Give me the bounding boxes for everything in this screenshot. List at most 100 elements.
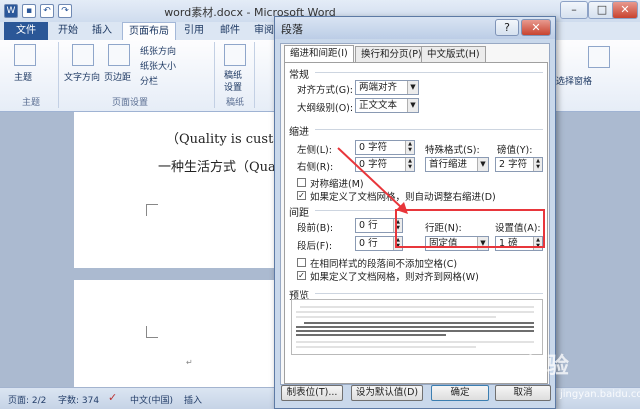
page[interactable]: （Quality is custome 一种生活方式（Qua	[74, 112, 301, 268]
insert-mode[interactable]: 插入	[184, 393, 202, 406]
margin-corner-mark	[146, 326, 158, 338]
orientation-button[interactable]: 纸张方向	[140, 44, 176, 57]
window-close-button[interactable]: ✕	[612, 1, 638, 19]
preview-line	[296, 330, 534, 332]
baidu-watermark: Bai 经验	[478, 354, 569, 379]
preview-line	[296, 326, 534, 328]
selection-pane-icon[interactable]	[588, 46, 610, 68]
page[interactable]: ↵	[74, 280, 284, 387]
auto-adjust-indent-checkbox[interactable]: ✓	[297, 191, 306, 200]
text-direction-icon[interactable]	[72, 44, 94, 66]
columns-button[interactable]: 分栏	[140, 74, 158, 87]
preview-line	[296, 346, 476, 348]
indent-left-label: 左侧(L):	[297, 145, 332, 156]
draft-paper-icon[interactable]	[224, 44, 246, 66]
document-line: 一种生活方式（Qua	[158, 160, 276, 175]
size-button[interactable]: 纸张大小	[140, 59, 176, 72]
snap-to-grid-label[interactable]: 如果定义了文档网格，则对齐到网格(W)	[310, 269, 479, 283]
indent-right-spinner[interactable]: 0 字符 ▲ ▼	[355, 157, 415, 172]
save-icon[interactable]: ▪	[22, 4, 36, 18]
dropdown-arrow-icon[interactable]: ▼	[477, 158, 488, 171]
section-general: 常规	[289, 70, 309, 81]
preview-line	[296, 341, 534, 343]
no-space-same-style-checkbox[interactable]	[297, 258, 306, 267]
tab-home[interactable]: 开始	[52, 22, 84, 40]
preview-line	[296, 311, 534, 313]
divider	[315, 293, 543, 294]
ok-button[interactable]: 确定	[431, 385, 489, 401]
margins-icon[interactable]	[108, 44, 130, 66]
outline-level-select[interactable]: 正文文本 ▼	[355, 98, 419, 113]
tab-references[interactable]: 引用	[178, 22, 210, 40]
cancel-button[interactable]: 取消	[495, 385, 551, 401]
spinner-arrows-icon[interactable]: ▲ ▼	[405, 141, 414, 154]
selection-pane-label[interactable]: 选择窗格	[556, 74, 592, 87]
redo-icon[interactable]: ↷	[58, 4, 72, 18]
indent-right-value: 0 字符	[359, 159, 388, 170]
spinner-arrows-icon[interactable]: ▲ ▼	[405, 158, 414, 171]
section-indentation: 缩进	[289, 127, 309, 138]
alignment-label: 对齐方式(G):	[297, 85, 353, 96]
space-before-value: 0 行	[359, 220, 378, 231]
text-direction-label[interactable]: 文字方向	[64, 70, 100, 83]
spinner-arrows-icon[interactable]: ▲ ▼	[533, 158, 542, 171]
divider	[58, 42, 59, 108]
margin-corner-mark	[146, 204, 158, 216]
alignment-select[interactable]: 两端对齐 ▼	[355, 80, 419, 95]
divider	[214, 42, 215, 108]
tab-asian-typography[interactable]: 中文版式(H)	[421, 46, 486, 62]
special-indent-select[interactable]: 首行缩进 ▼	[425, 157, 489, 172]
auto-adjust-indent-label[interactable]: 如果定义了文档网格，则自动调整右缩进(D)	[310, 189, 496, 203]
no-space-same-style-label[interactable]: 在相同样式的段落间不添加空格(C)	[310, 256, 457, 270]
special-indent-label: 特殊格式(S):	[425, 145, 480, 156]
alignment-value: 两端对齐	[359, 82, 398, 93]
preview-line	[304, 322, 534, 324]
highlight-box	[395, 209, 545, 248]
tab-indents-spacing[interactable]: 缩进和间距(I)	[284, 45, 354, 63]
proofing-icon[interactable]: ✓	[108, 391, 117, 404]
page-count[interactable]: 页面: 2/2	[8, 393, 46, 406]
minimize-button[interactable]: –	[560, 1, 588, 19]
preview-line	[296, 334, 446, 336]
tab-page-layout[interactable]: 页面布局	[122, 22, 176, 40]
tab-mailings[interactable]: 邮件	[214, 22, 246, 40]
divider	[315, 72, 543, 73]
draft-setup-label[interactable]: 设置	[224, 80, 242, 93]
word-app-icon[interactable]: W	[4, 4, 18, 18]
indent-right-label: 右侧(R):	[297, 162, 334, 173]
outline-level-label: 大纲级别(O):	[297, 103, 354, 114]
dialog-title-bar: 段落 ? ✕	[275, 17, 555, 39]
mirror-indents-label[interactable]: 对称缩进(M)	[310, 176, 364, 190]
space-after-value: 0 行	[359, 238, 378, 249]
indent-by-label: 磅值(Y):	[497, 145, 533, 156]
margins-label[interactable]: 页边距	[104, 70, 131, 83]
mirror-indents-checkbox[interactable]	[297, 178, 306, 187]
paragraph-preview	[291, 299, 543, 355]
preview-line	[296, 316, 496, 318]
section-spacing: 间距	[289, 208, 309, 219]
themes-icon[interactable]	[14, 44, 36, 66]
preview-line	[300, 306, 534, 308]
baidu-watermark-url: jingyan.baidu.com	[560, 389, 640, 400]
dropdown-arrow-icon[interactable]: ▼	[407, 99, 418, 112]
set-default-button[interactable]: 设为默认值(D)	[351, 385, 423, 401]
paragraph-mark: ↵	[186, 358, 193, 367]
indent-by-value: 2 字符	[499, 159, 528, 170]
tab-insert[interactable]: 插入	[86, 22, 118, 40]
tabs-button[interactable]: 制表位(T)...	[281, 385, 343, 401]
indent-by-spinner[interactable]: 2 字符 ▲ ▼	[495, 157, 543, 172]
tab-line-page-breaks[interactable]: 换行和分页(P)	[355, 46, 428, 62]
indent-left-spinner[interactable]: 0 字符 ▲ ▼	[355, 140, 415, 155]
undo-icon[interactable]: ↶	[40, 4, 54, 18]
space-before-label: 段前(B):	[297, 223, 334, 234]
help-button[interactable]: ?	[495, 19, 519, 36]
word-count[interactable]: 字数: 374	[58, 393, 99, 406]
dialog-close-button[interactable]: ✕	[521, 19, 551, 36]
group-page-setup: 页面设置	[112, 98, 149, 108]
divider	[315, 129, 543, 130]
snap-to-grid-checkbox[interactable]: ✓	[297, 271, 306, 280]
special-indent-value: 首行缩进	[429, 159, 468, 170]
tab-file[interactable]: 文件	[4, 22, 48, 40]
dropdown-arrow-icon[interactable]: ▼	[407, 81, 418, 94]
language[interactable]: 中文(中国)	[130, 393, 173, 406]
